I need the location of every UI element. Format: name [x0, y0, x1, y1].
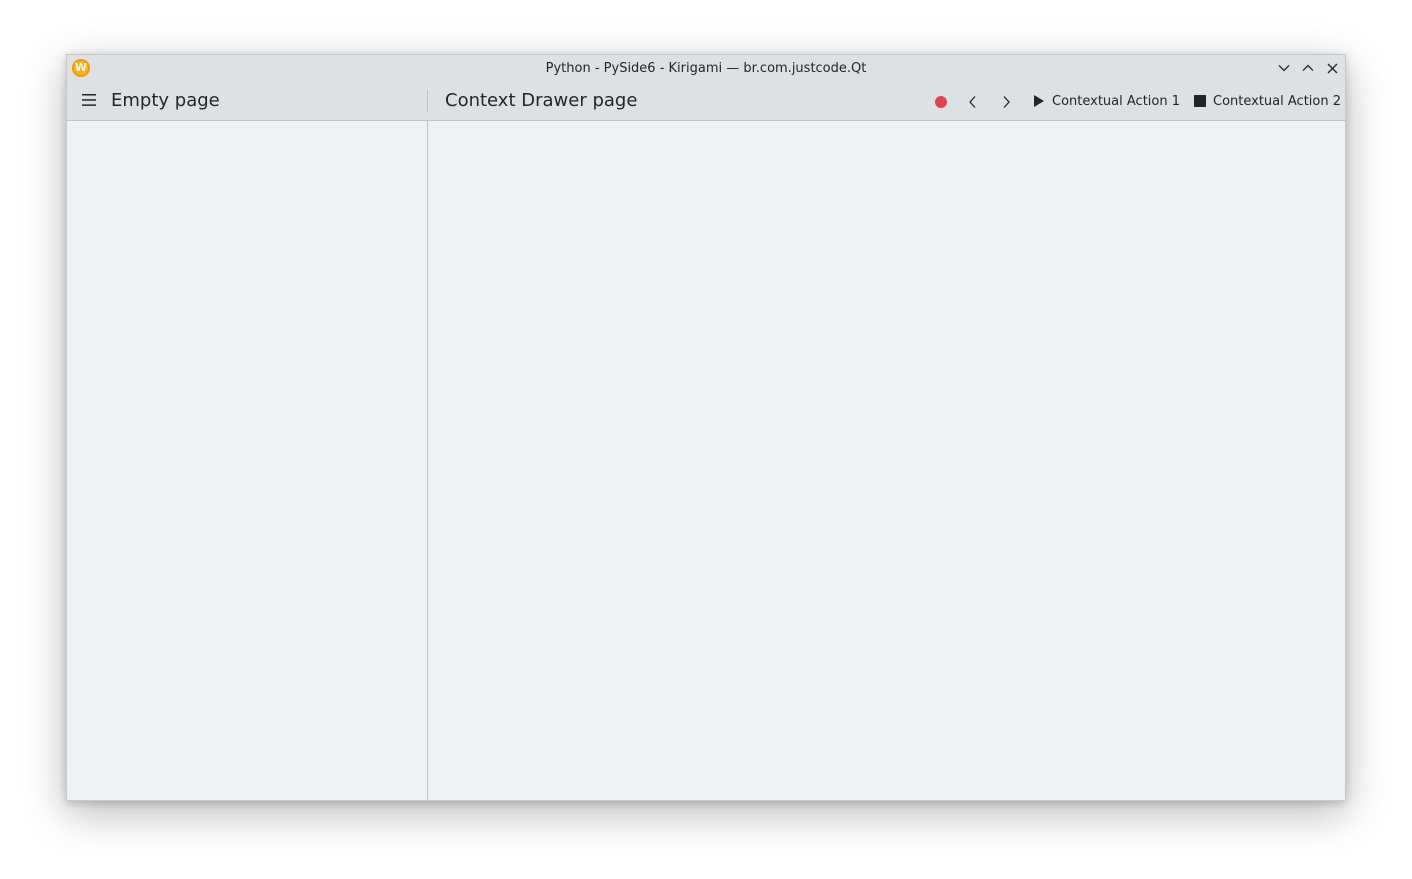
chevron-right-icon: [1003, 96, 1010, 108]
back-button[interactable]: [962, 91, 984, 113]
header-divider: [427, 90, 428, 112]
contextual-action-1-label: Contextual Action 1: [1052, 93, 1180, 109]
right-page-title: Context Drawer page: [445, 90, 638, 111]
stop-icon: [1193, 94, 1207, 108]
chevron-left-icon: [969, 96, 976, 108]
minimize-button[interactable]: [1274, 58, 1294, 78]
play-icon: [1032, 94, 1046, 108]
maximize-button[interactable]: [1298, 58, 1318, 78]
contextual-action-2-button[interactable]: Contextual Action 2: [1193, 82, 1341, 120]
app-window: W Python - PySide6 - Kirigami — br.com.j…: [66, 54, 1346, 801]
global-drawer-button[interactable]: [81, 92, 99, 110]
record-icon: [935, 96, 947, 108]
forward-button[interactable]: [995, 91, 1017, 113]
maximize-icon: [1302, 64, 1314, 71]
contextual-action-1-button[interactable]: Contextual Action 1: [1032, 82, 1180, 120]
page-header: Empty page Context Drawer page Contextua…: [67, 82, 1345, 121]
close-icon: [1327, 63, 1337, 73]
contextual-action-2-label: Contextual Action 2: [1213, 93, 1341, 109]
left-page-title: Empty page: [111, 90, 220, 111]
context-drawer-page-content: [428, 121, 1345, 800]
title-bar[interactable]: W Python - PySide6 - Kirigami — br.com.j…: [67, 55, 1345, 82]
hamburger-icon: [82, 94, 96, 106]
record-button[interactable]: [930, 91, 952, 113]
close-button[interactable]: [1322, 58, 1342, 78]
minimize-icon: [1278, 65, 1290, 72]
empty-page-content: [67, 121, 427, 800]
window-title: Python - PySide6 - Kirigami — br.com.jus…: [545, 61, 867, 76]
